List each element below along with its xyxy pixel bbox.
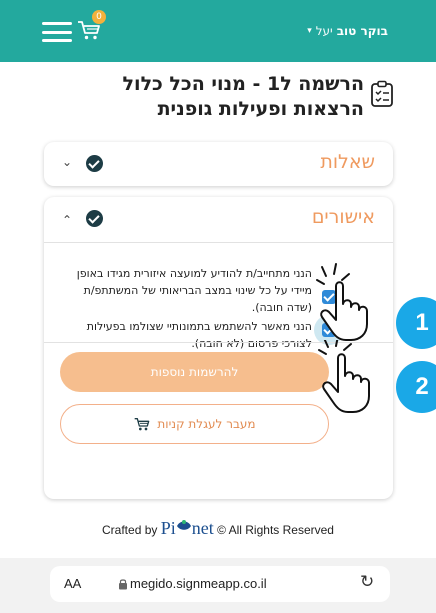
user-name: יעל xyxy=(315,24,333,38)
chevron-down-icon[interactable]: ⌄ xyxy=(62,155,72,169)
crafted-by-text: Crafted by xyxy=(102,523,158,537)
footer-credits: Crafted by Pi net © All Rights Reserved xyxy=(0,518,436,539)
approvals-header[interactable]: אישורים ⌃ xyxy=(44,197,393,241)
step-1-badge: 1 xyxy=(396,297,436,349)
brand-logo[interactable]: Pi net xyxy=(161,518,214,538)
check-circle-icon xyxy=(86,210,103,227)
rights-text: © All Rights Reserved xyxy=(217,523,334,537)
section-divider xyxy=(44,242,393,243)
hamburger-icon[interactable] xyxy=(42,22,72,42)
text-size-button[interactable]: AA xyxy=(64,576,81,591)
consent-health-text: הנני מתחייב/ת להודיע למועצה איזורית מגיד… xyxy=(76,267,312,314)
go-to-cart-button[interactable]: מעבר לעגלת קניות xyxy=(60,404,329,444)
brand-logo-start: Pi xyxy=(160,518,176,538)
greeting-text: בוקר טוב xyxy=(336,24,388,38)
user-menu[interactable]: בוקר טוב יעל ▾ xyxy=(307,24,388,38)
clipboard-icon xyxy=(371,80,393,107)
cart-count-badge: 0 xyxy=(92,10,106,24)
hand-pointer-icon xyxy=(316,263,368,341)
brand-logo-end: net xyxy=(191,518,214,538)
check-circle-icon xyxy=(86,155,103,172)
reload-icon[interactable]: ↻ xyxy=(360,572,374,592)
questions-header[interactable]: שאלות ⌄ xyxy=(44,142,393,186)
brand-mark-icon xyxy=(176,520,192,534)
more-registrations-button[interactable]: להרשמות נוספות xyxy=(60,352,329,392)
go-to-cart-label: מעבר לעגלת קניות xyxy=(157,417,256,431)
page-title: הרשמה ל1 - מנוי הכל כלול הרצאות ופעילות … xyxy=(122,73,364,120)
url-text: megido.signmeapp.co.il xyxy=(130,576,267,591)
chevron-up-icon[interactable]: ⌃ xyxy=(62,213,72,227)
approvals-title: אישורים xyxy=(311,206,375,228)
consent-photos-text: הנני מאשר להשתמש בתמונותיי שצולמו בפעילו… xyxy=(86,320,312,350)
questions-section[interactable]: שאלות ⌄ xyxy=(44,142,393,186)
chevron-down-icon: ▾ xyxy=(307,26,312,36)
lock-icon xyxy=(119,579,127,590)
questions-title: שאלות xyxy=(320,151,375,173)
hand-pointer-icon xyxy=(318,340,370,413)
step-2-badge: 2 xyxy=(396,361,436,413)
cart-icon xyxy=(135,418,150,431)
